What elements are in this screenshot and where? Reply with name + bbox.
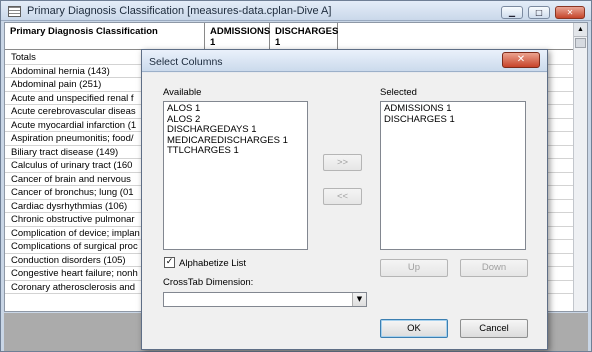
dialog-title: Select Columns (149, 56, 223, 68)
column-header-primary-diagnosis[interactable]: Primary Diagnosis Classification (5, 23, 205, 50)
minimize-button[interactable]: ▁ (501, 6, 523, 19)
maximize-button[interactable]: □ (528, 6, 550, 19)
grid-header: Primary Diagnosis Classification ADMISSI… (5, 23, 587, 50)
column-header-discharges[interactable]: DISCHARGES 1 (270, 23, 338, 50)
crosstab-dropdown[interactable]: ▼ (163, 292, 367, 307)
available-listbox[interactable]: ALOS 1 ALOS 2 DISCHARGEDAYS 1 MEDICAREDISCH… (163, 101, 308, 250)
chevron-down-icon[interactable]: ▼ (352, 293, 366, 306)
scroll-up-icon[interactable]: ▲ (574, 23, 587, 37)
add-column-button[interactable]: >> (323, 154, 362, 171)
alphabetize-label: Alphabetize List (179, 258, 247, 269)
list-item[interactable]: DISCHARGEDAYS 1 (167, 124, 304, 136)
list-item[interactable]: DISCHARGES 1 (384, 114, 522, 126)
grid-app-icon (8, 6, 21, 17)
scroll-thumb[interactable] (575, 38, 586, 48)
column-header-admissions[interactable]: ADMISSIONS 1 (205, 23, 270, 50)
available-label: Available (163, 87, 202, 98)
close-button[interactable]: ✕ (555, 6, 585, 19)
selected-label: Selected (380, 87, 417, 98)
crosstab-label: CrossTab Dimension: (163, 277, 254, 288)
dialog-titlebar: Select Columns ✕ (142, 50, 547, 72)
remove-column-button[interactable]: << (323, 188, 362, 205)
alphabetize-checkbox[interactable]: ✓ (164, 257, 175, 268)
dialog-close-button[interactable]: ✕ (502, 52, 540, 68)
select-columns-dialog: Select Columns ✕ Available ALOS 1 ALOS 2D… (141, 49, 548, 350)
dialog-body: Available ALOS 1 ALOS 2 DISCHARGEDAYS 1 MED… (142, 73, 547, 349)
main-window-title: Primary Diagnosis Classification [measur… (27, 5, 332, 17)
list-item[interactable]: ADMISSIONS 1 (384, 103, 522, 115)
move-down-button[interactable]: Down (460, 259, 528, 277)
vertical-scrollbar[interactable]: ▲ (573, 23, 587, 311)
list-item[interactable]: TTLCHARGES 1 (167, 145, 304, 157)
cancel-button[interactable]: Cancel (460, 319, 528, 338)
move-up-button[interactable]: Up (380, 259, 448, 277)
ok-button[interactable]: OK (380, 319, 448, 338)
selected-listbox[interactable]: ADMISSIONS 1 DISCHARGES 1 (380, 101, 526, 250)
main-titlebar: Primary Diagnosis Classification [measur… (1, 1, 591, 21)
list-item[interactable]: ALOS 1 (167, 103, 304, 115)
